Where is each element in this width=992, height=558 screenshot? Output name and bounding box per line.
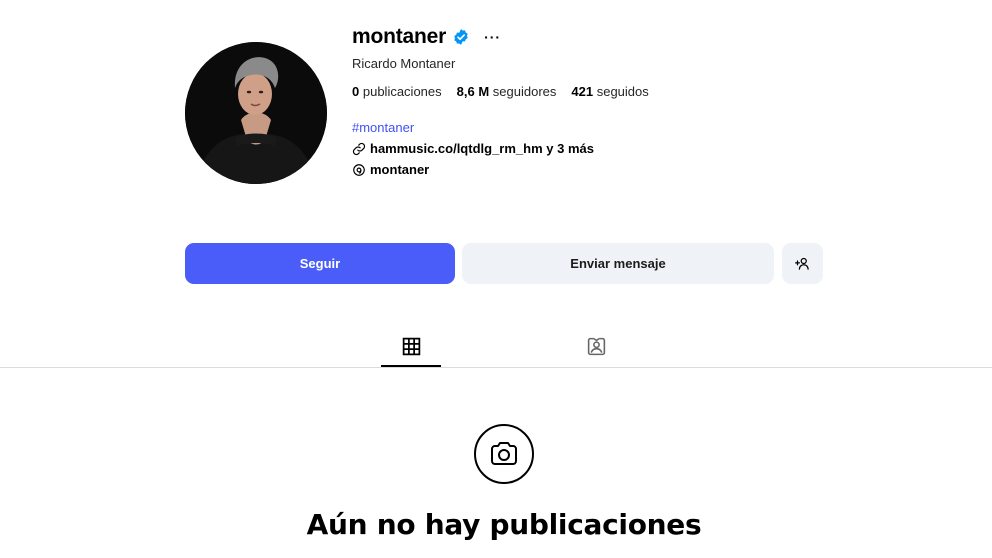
following-label: seguidos [596,84,649,99]
following-stat[interactable]: 421 seguidos [571,83,648,101]
empty-state-title: Aún no hay publicaciones [306,508,702,541]
tab-tagged[interactable] [566,330,626,368]
suggest-accounts-button[interactable] [782,243,823,284]
full-name: Ricardo Montaner [352,56,456,71]
external-link-text: hammusic.co/lqtdlg_rm_hm y 3 más [370,141,594,156]
add-person-icon [795,257,809,270]
external-link[interactable]: hammusic.co/lqtdlg_rm_hm y 3 más [352,139,852,159]
avatar-photo [185,42,327,184]
camera-icon [491,442,517,465]
threads-handle: montaner [370,162,430,177]
following-count: 421 [571,84,594,99]
follow-button[interactable]: Seguir [185,243,455,284]
tab-posts[interactable] [381,330,441,368]
bio-hashtag[interactable]: #montaner [352,119,852,137]
send-message-button[interactable]: Enviar mensaje [462,243,774,284]
posts-stat: 0 publicaciones [352,83,442,101]
followers-count: 8,6 M [456,84,490,99]
link-icon [352,142,366,156]
tabs-divider [0,367,992,368]
threads-icon [353,164,365,176]
profile-avatar[interactable] [185,42,327,184]
profile-info: montaner ··· Ricardo Montaner 0 publicac… [352,22,852,180]
username: montaner [352,25,447,48]
threads-link[interactable]: montaner [352,160,852,180]
profile-stats: 0 publicaciones 8,6 M seguidores 421 seg… [352,83,852,101]
followers-stat[interactable]: 8,6 M seguidores [457,83,557,101]
grid-icon [402,337,420,356]
tagged-person-icon [587,337,605,356]
more-horizontal-icon[interactable]: ··· [484,30,501,44]
username-row: montaner ··· [352,22,852,52]
empty-state-icon-circle [474,424,534,484]
posts-count: 0 [352,84,360,99]
posts-label: publicaciones [362,84,442,99]
followers-label: seguidores [492,84,557,99]
verified-badge-icon [454,29,468,45]
